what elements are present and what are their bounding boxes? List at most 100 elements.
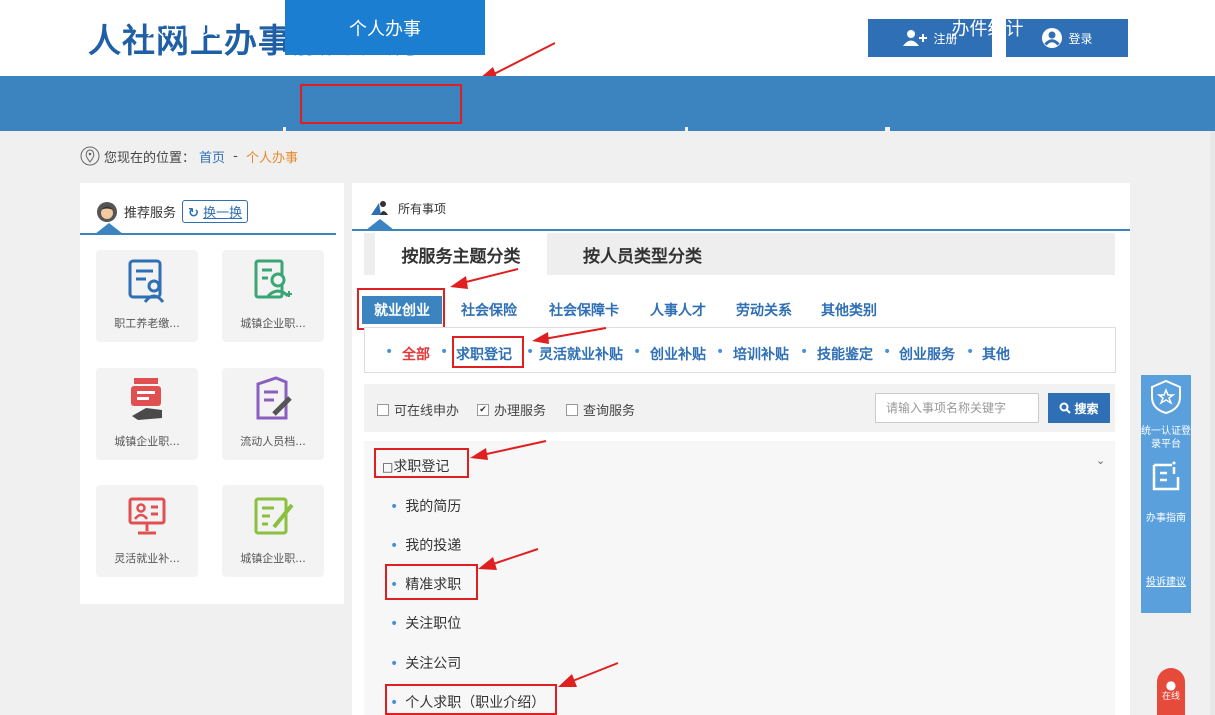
nav-item-stats[interactable]: 办件统计 (885, 0, 1090, 55)
side-toolbar: 统一认证登录平台 办事指南 投诉建议 (1141, 375, 1191, 613)
item-label: 关注职位 (405, 616, 462, 632)
panel-title: 所有事项 (398, 201, 447, 216)
category-labor-relations[interactable]: 劳动关系 (726, 296, 802, 324)
search-label: 搜索 (1074, 401, 1099, 416)
main-nav (0, 76, 1215, 131)
service-tile[interactable]: 城镇企业职... (222, 250, 324, 342)
service-tile[interactable]: 职工养老缴... (96, 250, 198, 342)
category-other[interactable]: 其他类别 (812, 296, 886, 324)
service-label: 城镇企业职... (114, 435, 180, 448)
nav-gap (685, 127, 688, 131)
item-label: 我的简历 (405, 499, 462, 515)
checkbox-checked[interactable]: ✔ (477, 403, 489, 416)
annotation-arrow (532, 327, 607, 344)
item-label: 关注公司 (405, 656, 462, 672)
item-label: 我的投递 (405, 538, 462, 554)
service-label: 城镇企业职... (240, 552, 306, 565)
tab-by-person-type[interactable]: 按人员类型分类 (560, 233, 725, 275)
service-tile[interactable]: 城镇企业职... (96, 368, 198, 460)
breadcrumb-home-link[interactable]: 首页 (199, 147, 225, 166)
complaint-link[interactable]: 投诉建议 (1141, 573, 1191, 588)
checkbox-unchecked[interactable] (377, 403, 389, 416)
category-social-card[interactable]: 社会保障卡 (538, 296, 630, 324)
presentation-user-icon (128, 497, 166, 535)
file-edit-icon (256, 376, 292, 420)
search-icon (1059, 402, 1072, 414)
category-social-insurance[interactable]: 社会保险 (452, 296, 526, 324)
filter-query[interactable]: 查询服务 (566, 400, 635, 419)
highlight-box (385, 684, 557, 715)
filter-handling[interactable]: ✔ 办理服务 (477, 400, 546, 419)
all-items-header: 所有事项 (370, 199, 446, 217)
breadcrumb-prefix: 您现在的位置： (104, 150, 196, 166)
service-label: 灵活就业补... (114, 552, 180, 565)
online-label: 在线 (1161, 692, 1180, 702)
service-label: 流动人员档... (240, 435, 306, 448)
form-user-icon (128, 259, 165, 303)
filter-label: 可在线申办 (394, 404, 460, 419)
subcategory-startup-subsidy[interactable]: 创业补贴 (650, 344, 706, 364)
bullet: • (800, 344, 809, 360)
subcategory-skill-assessment[interactable]: 技能鉴定 (817, 344, 873, 364)
recommended-header: 推荐服务 ↻ 换一换 (96, 200, 249, 223)
tab-pointer (95, 223, 123, 234)
service-tile[interactable]: 流动人员档... (222, 368, 324, 460)
nav-gap (283, 127, 286, 131)
highlight-box (452, 336, 524, 368)
recommended-title: 推荐服务 (124, 206, 177, 221)
annotation-arrow (478, 548, 539, 570)
nav-gap (885, 127, 890, 131)
search-input[interactable]: 请输入事项名称关键字 (875, 393, 1039, 423)
chat-bubble-icon: ● (1165, 678, 1177, 692)
panel-underline (352, 229, 1130, 231)
nav-item-public[interactable]: 办件公示 (685, 0, 885, 55)
annotation-arrow (450, 268, 519, 289)
nav-item-company[interactable]: 单位办事 (485, 0, 685, 55)
list-item[interactable]: • 我的投递 (390, 535, 461, 555)
swap-label: 换一换 (203, 206, 243, 221)
highlight-box (385, 564, 478, 600)
bullet: • (633, 344, 642, 360)
bullet: • (966, 344, 975, 360)
filter-label: 查询服务 (583, 404, 636, 419)
bullet: • (883, 344, 892, 360)
guide-icon[interactable] (1150, 461, 1182, 493)
reader-icon (371, 201, 388, 215)
filter-online[interactable]: 可在线申办 (377, 400, 459, 419)
annotation-arrow (558, 662, 619, 687)
auth-platform-link[interactable]: 统一认证登录平台 (1141, 425, 1191, 451)
chevron-down-icon[interactable]: ⌄ (1096, 454, 1105, 467)
nav-item-home[interactable]: 大厅首页 (80, 0, 285, 55)
swap-button[interactable]: ↻ 换一换 (182, 200, 249, 223)
subcategory-all[interactable]: 全部 (402, 344, 430, 364)
location-pin-icon (80, 146, 100, 166)
subcategory-training-subsidy[interactable]: 培训补贴 (733, 344, 789, 364)
search-button[interactable]: 搜索 (1048, 393, 1110, 423)
checkbox-unchecked[interactable] (566, 403, 578, 416)
guide-link[interactable]: 办事指南 (1141, 509, 1191, 524)
tab-pointer (366, 219, 394, 230)
subcategory-flexible-subsidy[interactable]: 灵活就业补贴 (539, 344, 623, 364)
service-tile[interactable]: 城镇企业职... (222, 485, 324, 577)
online-chat-button[interactable]: ● 在线 (1157, 668, 1185, 715)
avatar-icon (97, 201, 117, 222)
nav-item-personal[interactable]: 个人办事 (285, 0, 485, 55)
subcategory-other[interactable]: 其他 (982, 344, 1010, 364)
list-item[interactable]: • 关注职位 (390, 613, 461, 633)
bullet: • (440, 344, 449, 360)
highlight-box (357, 288, 445, 330)
shield-icon[interactable] (1149, 379, 1183, 415)
breadcrumb-current: 个人办事 (246, 150, 299, 166)
service-label: 职工养老缴... (114, 317, 180, 330)
stamp-hand-icon (131, 378, 162, 420)
service-label: 城镇企业职... (240, 317, 306, 330)
list-pen-icon (254, 497, 294, 535)
subcategory-startup-service[interactable]: 创业服务 (899, 344, 955, 364)
service-tile[interactable]: 灵活就业补... (96, 485, 198, 577)
category-personnel[interactable]: 人事人才 (640, 296, 716, 324)
refresh-icon: ↻ (188, 206, 199, 221)
breadcrumb-separator: - (229, 148, 242, 164)
list-item[interactable]: • 关注公司 (390, 653, 461, 673)
list-item[interactable]: • 我的简历 (390, 496, 461, 516)
filter-label: 办理服务 (494, 404, 547, 419)
